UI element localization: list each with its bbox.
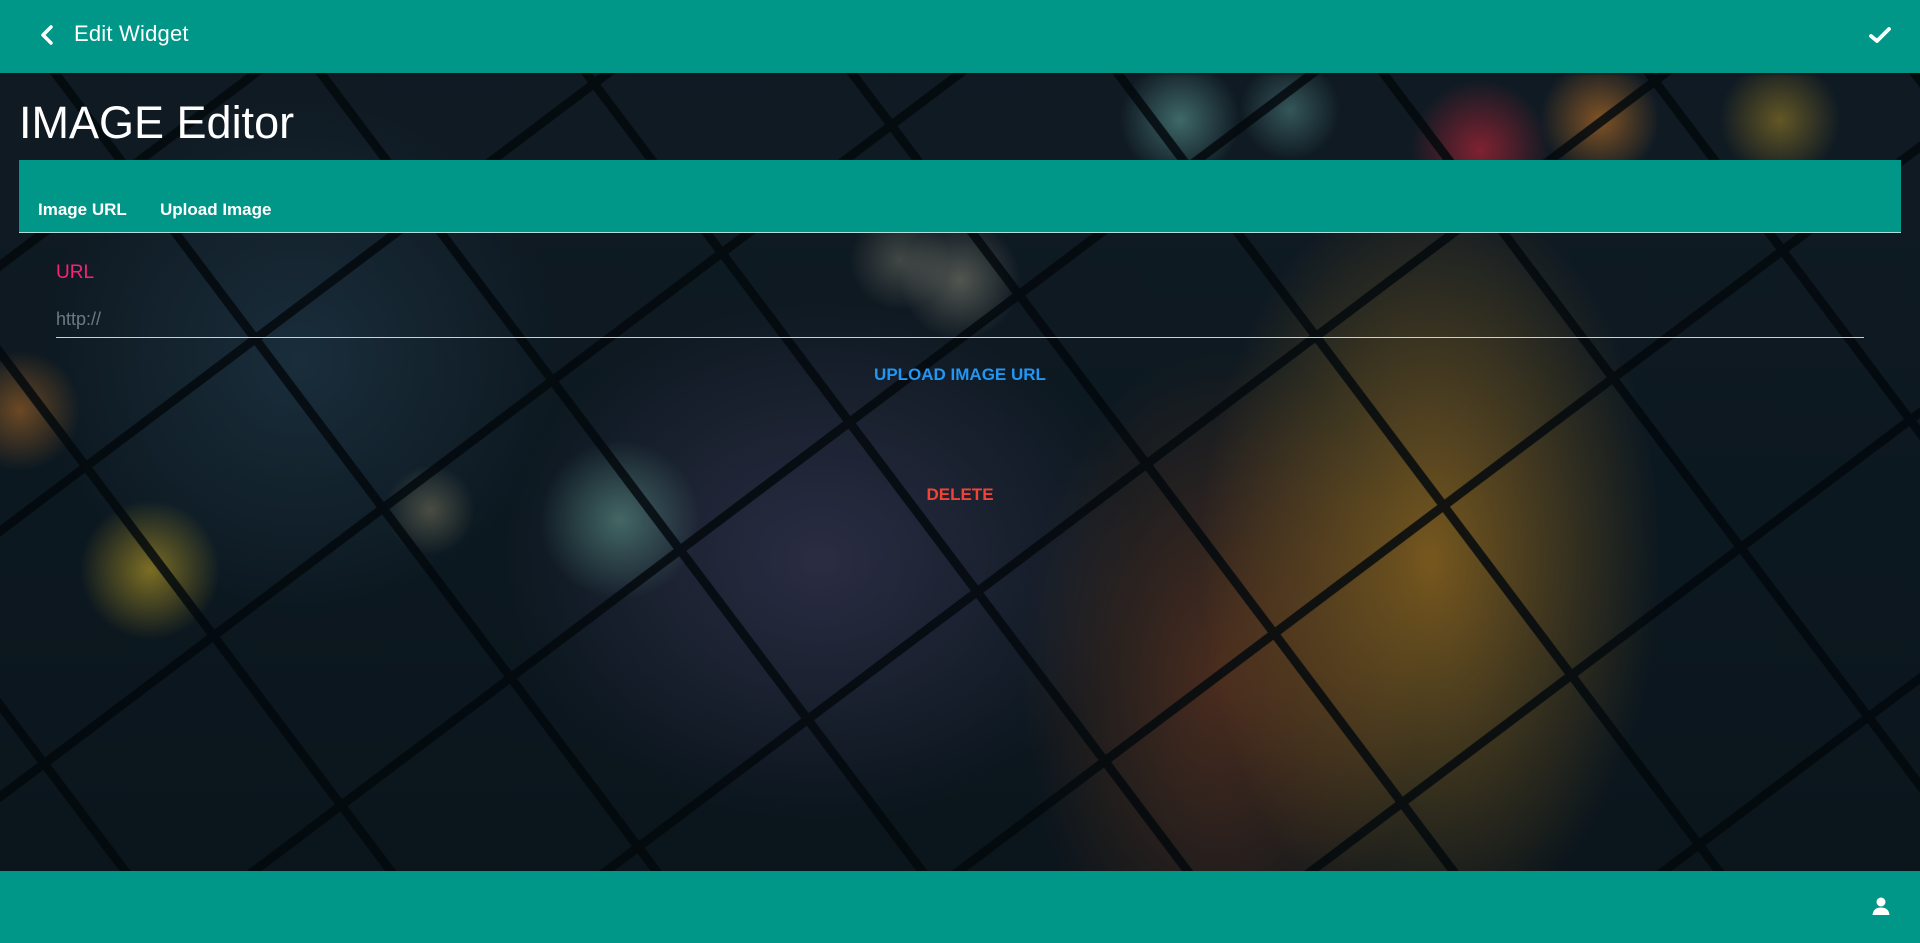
app-bar-title: Edit Widget bbox=[74, 21, 189, 46]
upload-image-url-button[interactable]: UPLOAD IMAGE URL bbox=[56, 365, 1864, 385]
tab-bar: Image URL Upload Image bbox=[19, 160, 1901, 233]
check-icon bbox=[1869, 27, 1891, 43]
bottom-bar bbox=[0, 871, 1920, 943]
back-button[interactable] bbox=[30, 17, 64, 53]
url-input[interactable] bbox=[56, 302, 1864, 338]
chevron-left-icon bbox=[41, 25, 53, 45]
editor-title: IMAGE Editor bbox=[19, 97, 295, 148]
delete-button[interactable]: DELETE bbox=[56, 485, 1864, 505]
url-label: URL bbox=[56, 262, 95, 283]
user-icon bbox=[1872, 897, 1890, 915]
user-button[interactable] bbox=[1866, 891, 1896, 921]
tab-image-url[interactable]: Image URL bbox=[38, 200, 127, 220]
tab-upload-image[interactable]: Upload Image bbox=[160, 200, 271, 220]
top-app-bar: Edit Widget bbox=[0, 0, 1920, 73]
confirm-button[interactable] bbox=[1862, 17, 1898, 53]
